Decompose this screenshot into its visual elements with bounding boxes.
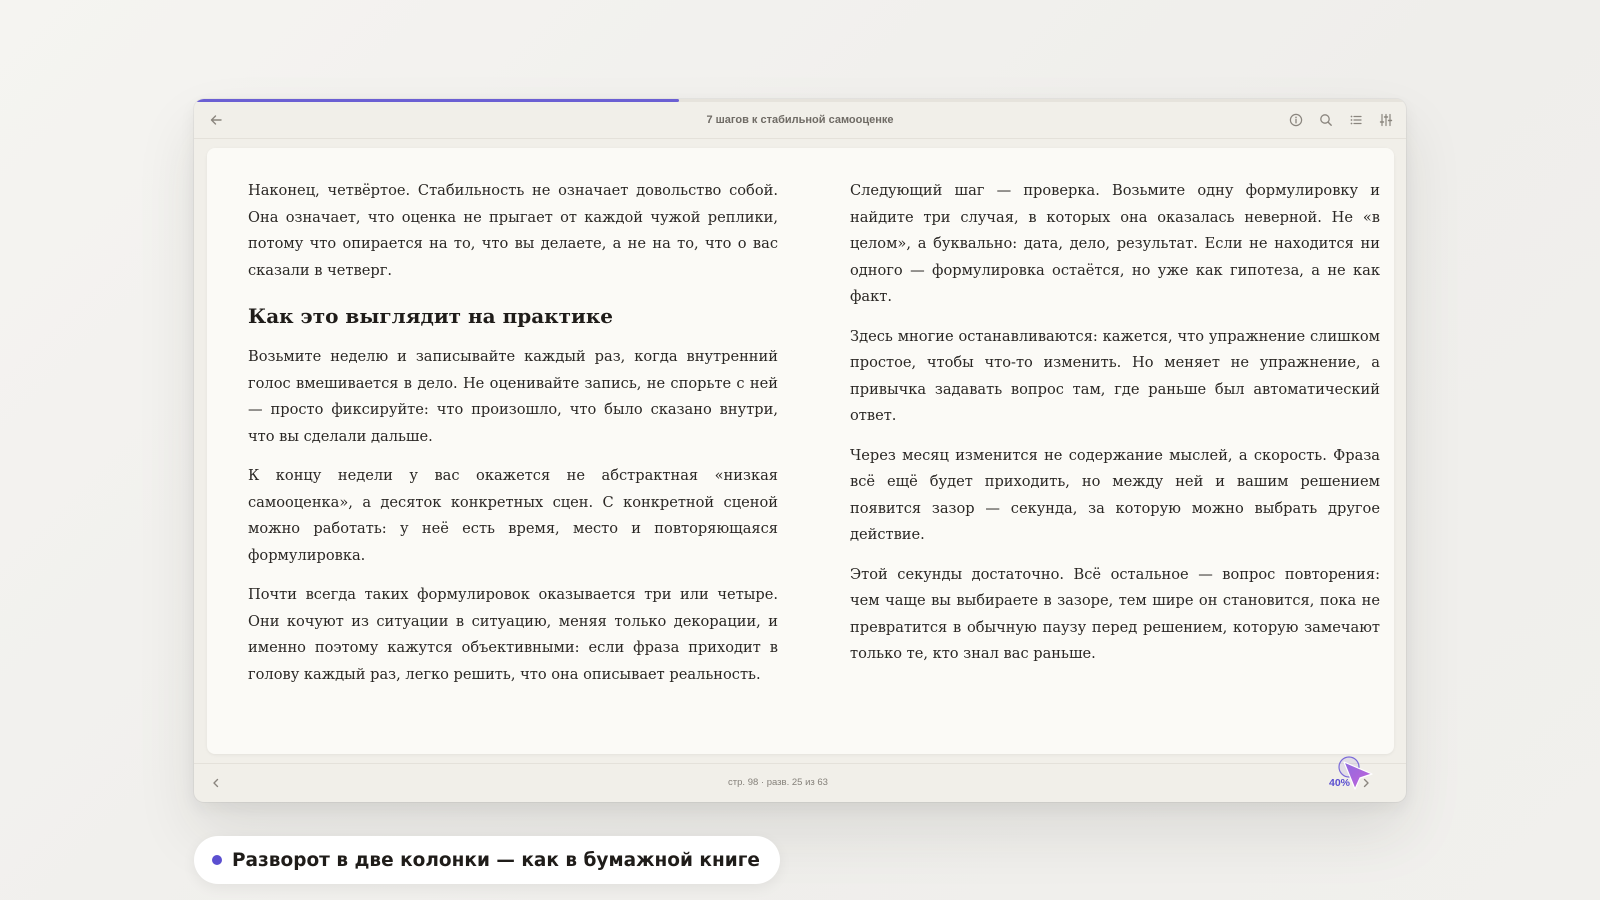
paragraph: Наконец, четвёртое. Стабильность не озна… bbox=[248, 182, 778, 279]
reader-footer: стр. 98 · разв. 25 из 63 40% bbox=[194, 763, 1406, 802]
sliders-icon bbox=[1379, 113, 1393, 127]
paragraph: Следующий шаг — проверка. Возьмите одну … bbox=[850, 182, 1380, 305]
paragraph: К концу недели у вас окажется не абстрак… bbox=[248, 467, 778, 564]
paragraph: Возьмите неделю и записывайте каждый раз… bbox=[248, 348, 778, 445]
info-icon bbox=[1289, 113, 1303, 127]
chevron-right-icon bbox=[1363, 778, 1369, 788]
right-page-column: Следующий шаг — проверка. Возьмите одну … bbox=[850, 178, 1380, 681]
arrow-left-icon bbox=[210, 115, 222, 125]
info-button[interactable] bbox=[1284, 108, 1308, 132]
feature-caption: Разворот в две колонки — как в бумажной … bbox=[194, 836, 780, 884]
progress-percent: 40% bbox=[1328, 777, 1350, 789]
left-page-column: Наконец, четвёртое. Стабильность не озна… bbox=[248, 178, 778, 701]
toolbar-actions bbox=[1284, 108, 1398, 132]
section-heading: Как это выглядит на практике bbox=[248, 304, 614, 328]
search-button[interactable] bbox=[1314, 108, 1338, 132]
paragraph: Через месяц изменится не содержание мысл… bbox=[850, 446, 1380, 544]
reader-toolbar: 7 шагов к стабильной самооценке bbox=[194, 102, 1406, 139]
caption-text: Разворот в две колонки — как в бумажной … bbox=[232, 849, 760, 871]
page-counter: стр. 98 · разв. 25 из 63 bbox=[728, 777, 828, 788]
paragraph: Здесь многие останавливаются: кажется, ч… bbox=[850, 327, 1380, 425]
caption-dot-icon bbox=[212, 855, 222, 865]
paragraph: Этой секунды достаточно. Всё остальное —… bbox=[850, 565, 1380, 663]
book-spread: Наконец, четвёртое. Стабильность не озна… bbox=[207, 148, 1394, 754]
book-title: 7 шагов к стабильной самооценке bbox=[706, 114, 894, 126]
toc-button[interactable] bbox=[1344, 108, 1368, 132]
reader-window: 7 шагов к стабильной самооценке Наконец,… bbox=[194, 99, 1406, 802]
search-icon bbox=[1320, 114, 1332, 126]
list-icon bbox=[1350, 115, 1362, 125]
back-button[interactable] bbox=[204, 108, 228, 132]
settings-button[interactable] bbox=[1374, 108, 1398, 132]
paragraph: Почти всегда таких формулировок оказывае… bbox=[248, 586, 778, 683]
next-page-button[interactable] bbox=[1354, 771, 1378, 795]
